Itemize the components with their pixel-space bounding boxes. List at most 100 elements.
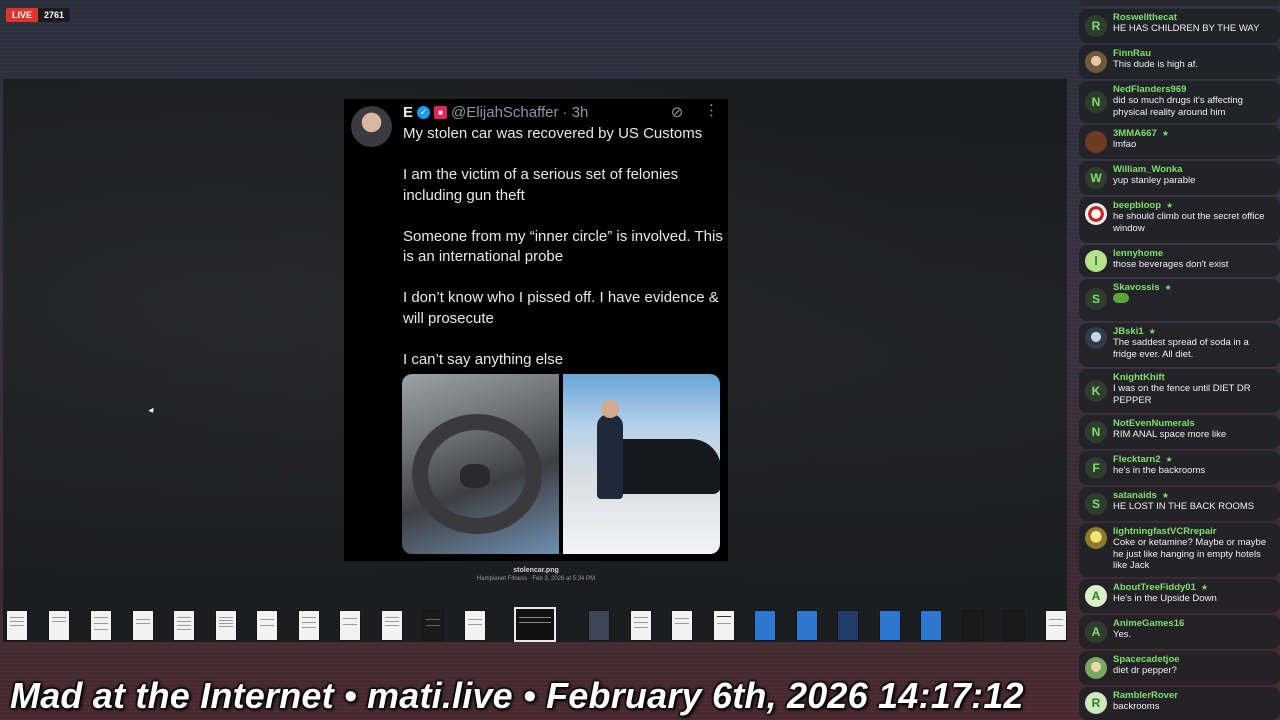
- tweet-media[interactable]: [402, 374, 720, 554]
- chat-username[interactable]: FinnRau: [1113, 48, 1151, 59]
- thumbnail[interactable]: [1046, 611, 1066, 640]
- chat-avatar: S: [1085, 288, 1107, 310]
- chat-username[interactable]: KnightKhift: [1113, 372, 1165, 383]
- chat-username[interactable]: Skavossis: [1113, 282, 1159, 293]
- star-icon: ★: [1166, 201, 1174, 210]
- person-head-shape: [601, 400, 619, 418]
- thumbnail[interactable]: [631, 611, 651, 640]
- chat-username[interactable]: AboutTreeFiddy01: [1113, 582, 1196, 593]
- thumbnail[interactable]: [49, 611, 69, 640]
- chat-message: l lennyhome those beverages don't exist: [1079, 245, 1280, 277]
- chat-username[interactable]: lennyhome: [1113, 248, 1163, 259]
- chat-username-row: satanaids ★: [1113, 490, 1169, 501]
- chat-text: Yes.: [1113, 629, 1132, 640]
- chat-text: yup stanley parable: [1113, 175, 1196, 186]
- thumbnail[interactable]: [133, 611, 153, 640]
- thumbnail[interactable]: [382, 611, 402, 640]
- tweet-paragraph: Someone from my “inner circle” is involv…: [403, 227, 723, 266]
- thumbnail[interactable]: [1004, 611, 1024, 640]
- chat-username[interactable]: William_Wonka: [1113, 164, 1182, 175]
- tweet-body: My stolen car was recovered by US Custom…: [403, 124, 723, 391]
- person-shape: [597, 414, 623, 499]
- chat-username[interactable]: lightningfastVCRrepair: [1113, 526, 1216, 537]
- chat-message: R RamblerRover backrooms: [1079, 687, 1280, 720]
- chat-message: A AboutTreeFiddy01 ★ He's in the Upside D…: [1079, 579, 1280, 613]
- chat-avatar: K: [1085, 380, 1107, 402]
- chat-username-row: AboutTreeFiddy01 ★: [1113, 582, 1208, 593]
- star-icon: ★: [1161, 129, 1169, 138]
- thumbnail[interactable]: [921, 611, 941, 640]
- chat-avatar: [1085, 51, 1107, 73]
- chat-username-row: JBski1 ★: [1113, 326, 1156, 337]
- thumbnail[interactable]: [174, 611, 194, 640]
- thumbnail[interactable]: [797, 611, 817, 640]
- chat-username[interactable]: satanaids: [1113, 490, 1157, 501]
- verified-badge-icon: ✓: [417, 106, 431, 119]
- chat-username[interactable]: JBski1: [1113, 326, 1144, 337]
- chat-username[interactable]: RamblerRover: [1113, 690, 1178, 701]
- chat-message: 3MMA667 ★ lmfao: [1079, 125, 1280, 159]
- thumbnail[interactable]: [714, 611, 734, 640]
- chat-username[interactable]: Spacecadetjoe: [1113, 654, 1180, 665]
- tweet-time: · 3h: [562, 104, 589, 121]
- star-icon: ★: [1200, 583, 1209, 592]
- steering-wheel-photo[interactable]: [402, 374, 559, 554]
- thumbnail[interactable]: [672, 611, 692, 640]
- tweet-author-name: E: [403, 104, 414, 121]
- chat-username[interactable]: Flecktarn2: [1113, 454, 1161, 465]
- chat-username-row: 3MMA667 ★: [1113, 128, 1169, 139]
- thumbnail[interactable]: [963, 611, 983, 640]
- steering-hub-shape: [460, 464, 490, 488]
- chat-text: those beverages don't exist: [1113, 259, 1229, 270]
- thumbnail[interactable]: [7, 611, 27, 640]
- thumbnail[interactable]: [423, 611, 443, 640]
- chat-avatar: [1085, 327, 1107, 349]
- thumbnail[interactable]: [838, 611, 858, 640]
- tweet-paragraph: My stolen car was recovered by US Custom…: [403, 125, 703, 142]
- chat-username[interactable]: 3MMA667: [1113, 128, 1157, 139]
- chat-avatar: F: [1085, 457, 1107, 479]
- chat-username[interactable]: AnimeGames16: [1113, 618, 1184, 629]
- thumbnail[interactable]: [755, 611, 775, 640]
- thumbnail[interactable]: [91, 611, 111, 640]
- chat-text: RIM ANAL space more like: [1113, 429, 1227, 440]
- thumbnail[interactable]: [465, 611, 485, 640]
- car-recovery-photo[interactable]: [563, 374, 720, 554]
- thumbnail-strip[interactable]: [3, 608, 1067, 642]
- chat-avatar: S: [1085, 493, 1107, 515]
- grok-icon[interactable]: ⊘: [669, 105, 685, 121]
- chat-username[interactable]: Roswellthecat: [1113, 12, 1177, 23]
- chat-text: I was on the fence until DIET DR PEPPER: [1113, 383, 1251, 406]
- file-name: stolencar.png: [513, 567, 559, 574]
- thumbnail[interactable]: [340, 611, 360, 640]
- chat-avatar: A: [1085, 585, 1107, 607]
- chat-username-row: Skavossis ★: [1113, 282, 1172, 293]
- chat-message-clipped: [1079, 0, 1280, 6]
- star-icon: ★: [1148, 327, 1156, 336]
- image-viewer: E ✓ ■ @ElijahSchaffer · 3h ⊘ ⋮ My stolen…: [3, 79, 1067, 642]
- chat-text: lmfao: [1113, 139, 1137, 150]
- chat-username[interactable]: NotEvenNumerals: [1113, 418, 1195, 429]
- chat-username[interactable]: NedFlanders969: [1113, 84, 1186, 95]
- tweet-paragraph: I can’t say anything else: [403, 350, 564, 368]
- thumbnail[interactable]: [589, 611, 609, 640]
- thumbnail-selected[interactable]: [516, 609, 554, 640]
- chat-panel: R Roswellthecat HE HAS CHILDREN BY THE W…: [1079, 0, 1280, 720]
- more-options-icon[interactable]: ⋮: [704, 103, 719, 119]
- chat-text: This dude is high af.: [1113, 59, 1199, 70]
- chat-message: N NotEvenNumerals RIM ANAL space more li…: [1079, 415, 1280, 449]
- thumbnail[interactable]: [880, 611, 900, 640]
- chat-message: S Skavossis ★: [1079, 279, 1280, 321]
- pepe-emote-icon: [1113, 293, 1129, 303]
- thumbnail[interactable]: [216, 611, 236, 640]
- star-icon: ★: [1165, 455, 1173, 464]
- viewer-count: 2761: [38, 8, 71, 22]
- chat-text: Coke or ketamine? Maybe or maybe he just…: [1113, 537, 1267, 571]
- thumbnail[interactable]: [257, 611, 277, 640]
- chat-username[interactable]: beepbloop: [1113, 200, 1161, 211]
- chat-avatar: [1085, 131, 1107, 153]
- chat-message: Spacecadetjoe diet dr pepper?: [1079, 651, 1280, 685]
- chat-username-row: beepbloop ★: [1113, 200, 1173, 211]
- tweet-avatar: [351, 106, 392, 147]
- thumbnail[interactable]: [299, 611, 319, 640]
